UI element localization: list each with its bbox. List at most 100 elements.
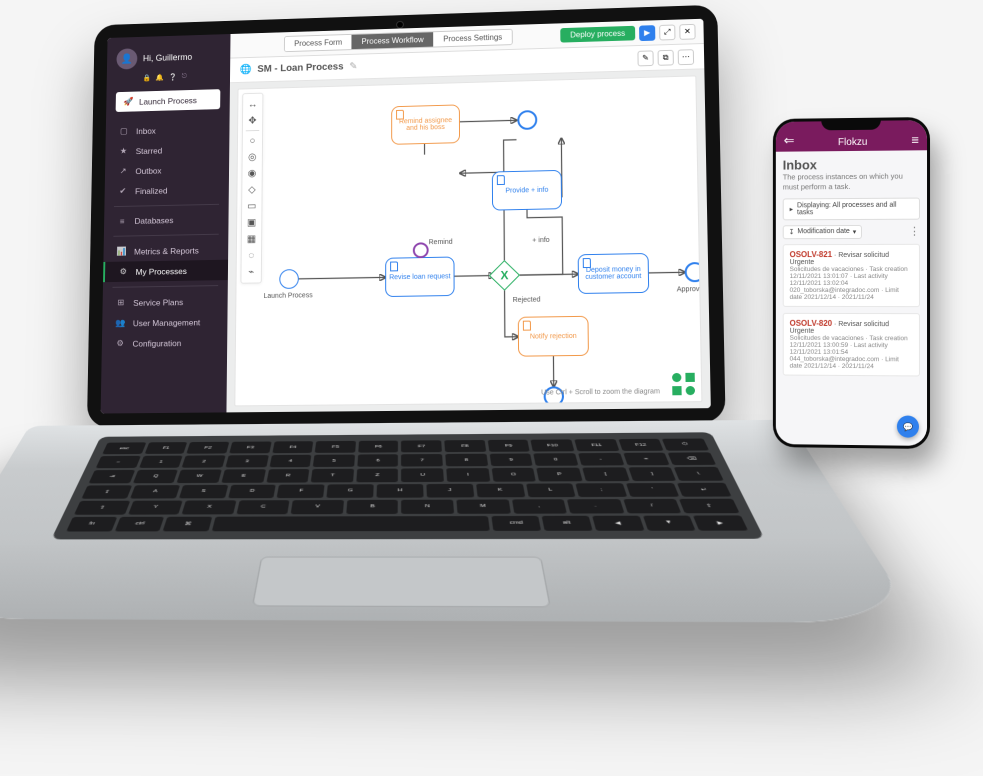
- palette-task[interactable]: ▭: [245, 199, 259, 213]
- palette-event[interactable]: ○: [246, 134, 260, 148]
- inbox-card[interactable]: OSOLV-820 · Revisar solicitudUrgenteSoli…: [783, 312, 920, 376]
- canvas-hint: Use Ctrl + Scroll to zoom the diagram: [541, 388, 660, 396]
- task-provide-label: Provide + info: [505, 186, 548, 194]
- metrics-icon: 📊: [117, 246, 127, 257]
- close-button[interactable]: ✕: [679, 23, 695, 39]
- end-approved[interactable]: [684, 262, 702, 282]
- card-task: Revisar solicitud: [838, 251, 889, 258]
- greeting: Hi, Guillermo: [143, 52, 192, 63]
- task-provide[interactable]: Provide + info: [492, 170, 562, 211]
- palette-subproc[interactable]: ▦: [245, 232, 259, 246]
- task-deposit[interactable]: Deposit money in customer account: [578, 253, 650, 294]
- avatar: 👤: [116, 48, 137, 69]
- tab-process-settings[interactable]: Process Settings: [433, 30, 512, 47]
- task-reject[interactable]: Notify rejection: [518, 316, 589, 357]
- app-sidebar: 👤 Hi, Guillermo 🔒 🔔 ❔ ⎋ 🚀 Launch Process…: [101, 34, 231, 414]
- deploy-button[interactable]: Deploy process: [560, 26, 635, 43]
- process-title: SM - Loan Process: [257, 62, 343, 75]
- palette-gateway[interactable]: ◇: [245, 183, 259, 197]
- back-icon[interactable]: ⇐: [784, 133, 795, 149]
- bell-icon[interactable]: 🔔: [156, 74, 164, 82]
- app-main: Process Form Process Workflow Process Se…: [226, 19, 710, 413]
- sort-selector[interactable]: ↧ Modification date ▾: [783, 224, 863, 238]
- nav-service-plans[interactable]: ⊞Service Plans: [102, 291, 227, 313]
- nav-configuration[interactable]: ⚙Configuration: [102, 332, 228, 354]
- card-detail: 044_toborska@integradoc.com · Limit date…: [790, 355, 913, 370]
- start-event[interactable]: [279, 269, 299, 289]
- phone-title: Inbox: [783, 156, 920, 172]
- task-revise-label: Revise loan request: [389, 273, 450, 281]
- sidebar-nav: ▢Inbox★Starred↗Outbox✔Finalized≡Database…: [102, 118, 230, 354]
- workflow-canvas[interactable]: ↔ ✥ ○ ◎ ◉ ◇ ▭ ▣ ▦ ◌ ⌁: [234, 75, 702, 406]
- task-revise[interactable]: Revise loan request: [385, 257, 454, 298]
- timer-event[interactable]: [413, 242, 429, 258]
- lock-icon[interactable]: 🔒: [143, 74, 151, 82]
- palette-timer[interactable]: ◌: [245, 248, 259, 262]
- card-detail: Solicitudes de vacaciones · Task creatio…: [790, 265, 913, 286]
- palette-pointer[interactable]: ↔: [246, 98, 260, 112]
- gateway[interactable]: X: [489, 260, 520, 291]
- launch-label: Launch Process: [139, 95, 197, 106]
- display-filter[interactable]: ▸ Displaying: All processes and all task…: [783, 197, 920, 220]
- approved-label: Approved: [677, 286, 703, 294]
- laptop-base: escF1F2F3F4F5F6F7F8F9F10F11F12⏻ ~1234567…: [0, 420, 919, 623]
- remind-label: Remind: [429, 239, 453, 246]
- tool-pencil[interactable]: ✎: [637, 50, 653, 66]
- inbox-icon: ▢: [119, 126, 129, 137]
- trackpad: [252, 557, 551, 608]
- task-reject-label: Notify rejection: [530, 332, 577, 340]
- card-task: Revisar solicitud: [838, 320, 889, 327]
- palette-dbtask[interactable]: ▣: [245, 216, 259, 230]
- card-code: OSOLV-820: [790, 318, 832, 327]
- user-panel[interactable]: 👤 Hi, Guillermo: [107, 40, 231, 76]
- rocket-icon: 🚀: [123, 96, 133, 107]
- rejected-flow-label: Rejected: [513, 297, 541, 304]
- end-remind[interactable]: [517, 110, 537, 130]
- logout-icon[interactable]: ⎋: [182, 73, 187, 81]
- doc-icon: [497, 175, 505, 185]
- palette-intermed[interactable]: ◎: [245, 150, 259, 164]
- tool-more[interactable]: ⋯: [678, 49, 694, 65]
- expand-button[interactable]: ⤢: [659, 24, 675, 40]
- help-icon[interactable]: ❔: [169, 73, 177, 81]
- start-label: Launch Process: [264, 292, 313, 300]
- doc-icon: [390, 261, 398, 271]
- laptop-screen: 👤 Hi, Guillermo 🔒 🔔 ❔ ⎋ 🚀 Launch Process…: [101, 19, 711, 414]
- phone-mockup: ⇐ Flokzu ≡ Inbox The process instances o…: [773, 117, 930, 449]
- user-quick-icons: 🔒 🔔 ❔ ⎋: [107, 72, 230, 87]
- sort-label: Modification date: [797, 228, 849, 235]
- palette-end[interactable]: ◉: [245, 166, 259, 180]
- nav-my-processes[interactable]: ⚙My Processes: [103, 260, 228, 283]
- nav-label: User Management: [133, 317, 200, 328]
- keyboard: escF1F2F3F4F5F6F7F8F9F10F11F12⏻ ~1234567…: [51, 432, 764, 539]
- users-icon: 👥: [116, 318, 126, 329]
- tab-process-form[interactable]: Process Form: [284, 35, 351, 51]
- doc-icon: [523, 321, 531, 331]
- launch-process-button[interactable]: 🚀 Launch Process: [116, 89, 221, 112]
- more-icon[interactable]: ⋮: [909, 224, 920, 237]
- nav-label: Starred: [136, 145, 163, 155]
- nav-separator: [113, 234, 218, 237]
- nav-finalized[interactable]: ✔Finalized: [105, 179, 229, 202]
- chat-button[interactable]: 💬: [897, 415, 919, 437]
- chevron-right-icon: ▸: [790, 205, 793, 213]
- palette-hand[interactable]: ✥: [246, 114, 260, 128]
- nav-metrics-reports[interactable]: 📊Metrics & Reports: [103, 239, 228, 262]
- phone-brand: Flokzu: [838, 137, 867, 148]
- tab-process-workflow[interactable]: Process Workflow: [352, 32, 434, 49]
- globe-icon: 🌐: [240, 65, 252, 76]
- hamburger-icon[interactable]: ≡: [911, 132, 919, 147]
- inbox-card[interactable]: OSOLV-821 · Revisar solicitudUrgenteSoli…: [783, 243, 920, 306]
- nav-label: My Processes: [136, 266, 187, 277]
- phone-subtitle: The process instances on which you must …: [783, 171, 920, 192]
- task-remind[interactable]: Remind assignee and his boss: [391, 104, 460, 144]
- shape-palette: ↔ ✥ ○ ◎ ◉ ◇ ▭ ▣ ▦ ◌ ⌁: [240, 93, 263, 284]
- nav-databases[interactable]: ≡Databases: [104, 209, 229, 231]
- play-button[interactable]: ▶: [639, 25, 655, 41]
- config-icon: ⚙: [115, 338, 125, 349]
- palette-text[interactable]: ⌁: [244, 265, 258, 279]
- card-detail: 020_toborska@integradoc.com · Limit date…: [790, 286, 913, 300]
- tool-copy[interactable]: ⧉: [658, 49, 674, 65]
- nav-user-management[interactable]: 👥 User Management: [102, 311, 227, 333]
- edit-title-icon[interactable]: ✎: [349, 61, 357, 72]
